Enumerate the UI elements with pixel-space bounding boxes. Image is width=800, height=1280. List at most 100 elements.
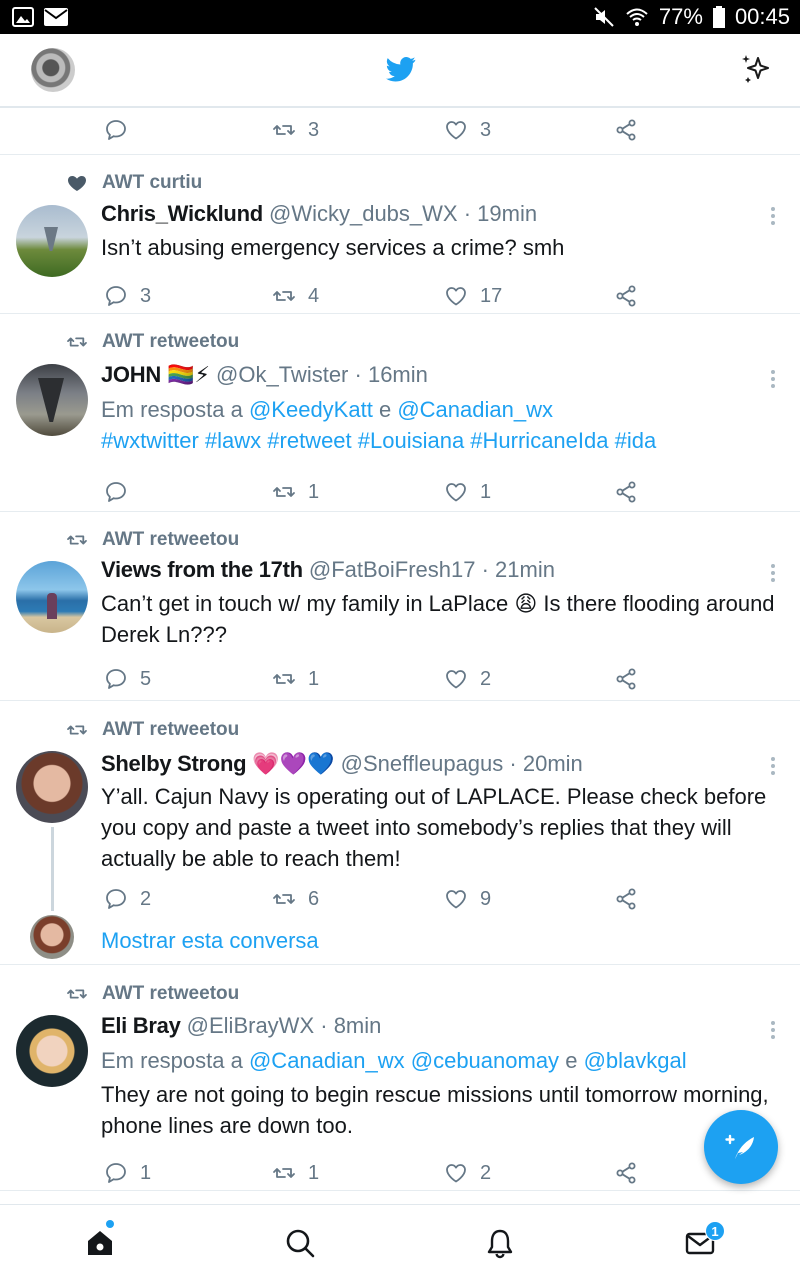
retweet-button[interactable]: 1 [272, 1161, 319, 1185]
profile-avatar[interactable] [31, 48, 75, 92]
reply-icon [106, 120, 126, 140]
retweet-icon [273, 1168, 295, 1178]
more-options-icon[interactable] [768, 757, 778, 777]
bell-icon [487, 1229, 513, 1259]
like-button[interactable]: 2 [444, 1161, 491, 1185]
tweet-item[interactable]: AWT retweetou Views from the 17th @FatBo… [0, 512, 800, 701]
reply-button[interactable]: 3 [104, 284, 151, 308]
mute-icon [594, 7, 614, 27]
tweet-partial[interactable]: 3 3 [0, 108, 800, 155]
like-count: 1 [480, 480, 492, 503]
reply-button[interactable] [104, 480, 140, 504]
mention-link[interactable]: @KeedyKatt [249, 397, 373, 422]
reply-button[interactable]: 1 [104, 1161, 151, 1185]
compose-tweet-button[interactable] [704, 1110, 778, 1184]
author-name[interactable]: JOHN [101, 362, 161, 387]
share-button[interactable] [614, 667, 650, 691]
reply-count: 1 [140, 1161, 152, 1184]
top-app-bar [0, 34, 800, 108]
retweet-icon [273, 674, 295, 684]
author-handle: @EliBrayWX [186, 1013, 315, 1038]
social-context: AWT retweetou [66, 719, 239, 741]
mention-link[interactable]: @cebuanomay [411, 1048, 559, 1073]
avatar[interactable] [16, 205, 88, 277]
retweet-button[interactable]: 3 [272, 118, 319, 142]
share-icon [616, 1162, 636, 1184]
share-button[interactable] [614, 480, 650, 504]
sparkle-icon[interactable] [740, 52, 774, 86]
wifi-icon [626, 8, 648, 26]
share-button[interactable] [614, 284, 650, 308]
retweet-icon [273, 487, 295, 497]
retweet-button[interactable]: 4 [272, 284, 319, 308]
share-button[interactable] [614, 118, 650, 142]
author-name[interactable]: Shelby Strong [101, 751, 247, 776]
show-conversation-link[interactable]: Mostrar esta conversa [101, 928, 319, 954]
reply-icon [106, 286, 126, 306]
like-button[interactable]: 1 [444, 480, 491, 504]
retweet-button[interactable]: 6 [272, 887, 319, 911]
avatar-small[interactable] [30, 915, 74, 959]
like-count: 2 [480, 1161, 492, 1184]
reply-context: Em resposta a @KeedyKatt e @Canadian_wx [101, 394, 781, 425]
reply-count: 3 [140, 284, 152, 307]
reply-count: 5 [140, 667, 152, 690]
tweet-actions: 5 1 2 [104, 667, 664, 693]
tweet-actions: 1 1 [104, 480, 664, 506]
tweet-item[interactable]: AWT curtiu Chris_Wicklund @Wicky_dubs_WX… [0, 155, 800, 314]
like-button[interactable]: 17 [444, 284, 502, 308]
tweet-header: Eli Bray @EliBrayWX · 8min [101, 1013, 381, 1039]
tweet-time: · 20min [509, 751, 583, 776]
share-button[interactable] [614, 887, 650, 911]
mention-link[interactable]: @Canadian_wx [249, 1048, 405, 1073]
twitter-bird-icon [386, 57, 416, 82]
tweet-item[interactable]: AWT retweetou JOHN 🏳️‍🌈⚡ @Ok_Twister · 1… [0, 314, 800, 512]
more-options-icon[interactable] [768, 564, 778, 584]
more-options-icon[interactable] [768, 370, 778, 390]
tweet-time: · 8min [320, 1013, 382, 1038]
hashtags[interactable]: #wxtwitter #lawx #retweet #Louisiana #Hu… [101, 425, 781, 456]
reply-button[interactable]: 2 [104, 887, 151, 911]
reply-icon [106, 482, 126, 502]
more-options-icon[interactable] [768, 207, 778, 227]
bottom-navigation [0, 1204, 800, 1280]
weary-face-emoji: 😩 [514, 591, 538, 616]
tweet-item[interactable]: AWT retweetou Eli Bray @EliBrayWX · 8min… [0, 965, 800, 1191]
nav-search[interactable] [284, 1227, 316, 1259]
retweet-button[interactable]: 1 [272, 667, 319, 691]
retweet-button[interactable]: 1 [272, 480, 319, 504]
share-button[interactable] [614, 1161, 650, 1185]
tweet-item[interactable]: AWT retweetou Shelby Strong 💗💜💙 @Sneffle… [0, 701, 800, 965]
author-name[interactable]: Views from the 17th [101, 557, 303, 582]
battery-percent: 77% [658, 4, 703, 29]
social-context-label: AWT retweetou [102, 529, 240, 550]
author-name-emoji: 🏳️‍🌈⚡ [167, 362, 210, 387]
avatar[interactable] [16, 751, 88, 823]
tweet-text-part: Can’t get in touch w/ my family in LaPla… [101, 591, 509, 616]
avatar[interactable] [16, 1015, 88, 1087]
retweet-icon [67, 535, 87, 545]
gallery-icon [12, 7, 34, 27]
tweet-text: Em resposta a @Canadian_wx @cebuanomay e… [101, 1045, 781, 1141]
like-button[interactable]: 3 [444, 118, 491, 142]
author-name[interactable]: Chris_Wicklund [101, 201, 263, 226]
nav-home[interactable] [84, 1227, 116, 1259]
nav-notifications[interactable] [484, 1227, 516, 1259]
timeline: 3 3 AWT curtiu Chris_Wicklund @Wicky_dub… [0, 108, 800, 1204]
author-name[interactable]: Eli Bray [101, 1013, 181, 1038]
like-button[interactable]: 2 [444, 667, 491, 691]
avatar[interactable] [16, 364, 88, 436]
tweet-actions: 2 6 9 [104, 887, 664, 913]
mention-link[interactable]: @blavkgal [584, 1048, 687, 1073]
retweet-icon [67, 989, 87, 999]
like-button[interactable]: 9 [444, 887, 491, 911]
reply-button[interactable]: 5 [104, 667, 151, 691]
avatar[interactable] [16, 561, 88, 633]
more-options-icon[interactable] [768, 1021, 778, 1041]
reply-button[interactable] [104, 118, 140, 142]
mention-link[interactable]: @Canadian_wx [397, 397, 553, 422]
reply-count: 2 [140, 887, 152, 910]
social-context: AWT retweetou [66, 983, 239, 1005]
home-icon [88, 1231, 112, 1255]
retweet-icon [67, 337, 87, 347]
